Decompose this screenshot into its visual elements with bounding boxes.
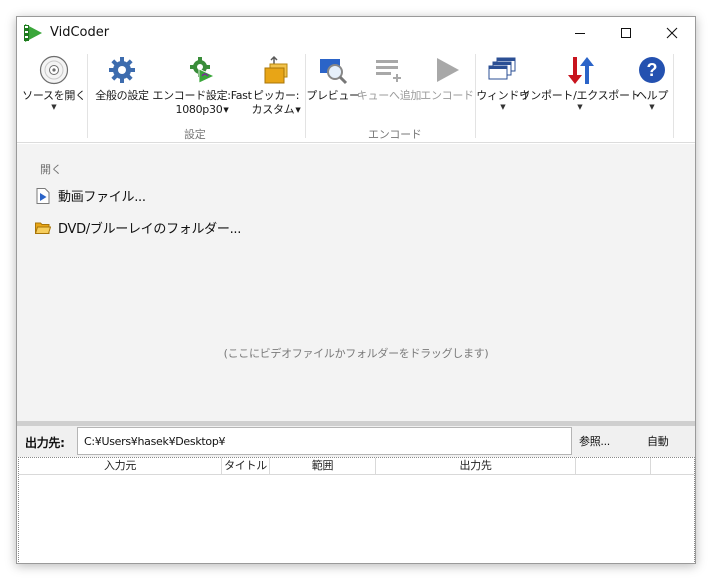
drag-drop-hint: (ここにビデオファイルかフォルダーをドラッグします) (223, 347, 489, 360)
play-icon (431, 54, 463, 86)
maximize-button[interactable] (603, 17, 649, 48)
ribbon-separator (673, 54, 674, 138)
app-window: VidCoder ソースを開く ▼ 全般の設定 エンコード設定:Fast 108… (16, 16, 696, 564)
group-label-settings: 設定 (184, 128, 206, 141)
open-dvd-folder-label: DVD/ブルーレイのフォルダー... (58, 222, 242, 237)
open-dvd-folder-link[interactable]: DVD/ブルーレイのフォルダー... (35, 218, 241, 237)
title-bar[interactable]: VidCoder (17, 17, 695, 48)
chevron-down-icon: ▼ (500, 103, 506, 111)
windows-stack-icon (487, 54, 519, 86)
encode-button[interactable]: エンコード (420, 48, 474, 103)
encode-settings-preset: 1080p30▼ (175, 103, 229, 116)
chevron-down-icon: ▼ (577, 103, 583, 111)
gear-icon (106, 54, 138, 86)
general-settings-label: 全般の設定 (95, 89, 149, 102)
preview-magnifier-icon (317, 54, 349, 86)
minimize-icon (575, 32, 585, 34)
encode-label: エンコード (420, 89, 474, 102)
help-button[interactable]: ? ヘルプ ▼ (631, 48, 673, 112)
import-export-arrows-icon (564, 54, 596, 86)
vidcoder-logo-icon (23, 23, 43, 43)
open-folder-icon (35, 220, 51, 236)
auto-button[interactable]: 自動 (647, 433, 669, 449)
ribbon-toolbar: ソースを開く ▼ 全般の設定 エンコード設定:Fast 1080p30▼ ピッカ… (17, 48, 695, 143)
close-icon (666, 27, 678, 38)
output-path-row: 出力先: 参照... 自動 (17, 426, 695, 457)
encode-queue-table[interactable]: 入力元 タイトル 範囲 出力先 (18, 457, 695, 563)
add-to-queue-button[interactable]: キューへ追加 (356, 48, 422, 103)
column-header-destination[interactable]: 出力先 (376, 458, 576, 475)
window-title: VidCoder (50, 25, 110, 40)
ribbon-separator (87, 54, 88, 138)
disc-icon (38, 54, 70, 86)
minimize-button[interactable] (557, 17, 603, 48)
queue-add-icon (373, 54, 405, 86)
help-icon: ? (636, 54, 668, 86)
chevron-down-icon: ▼ (223, 106, 229, 114)
picker-value: カスタム▼ (251, 103, 301, 116)
picker-label: ピッカー: (252, 89, 300, 102)
queue-header-row: 入力元 タイトル 範囲 出力先 (19, 458, 694, 475)
column-header-source[interactable]: 入力元 (19, 458, 222, 475)
open-section-header: 開く (40, 163, 62, 176)
preview-label: プレビュー (306, 89, 360, 102)
picker-button[interactable]: ピッカー: カスタム▼ (249, 48, 303, 117)
output-label: 出力先: (25, 436, 65, 450)
close-button[interactable] (649, 17, 695, 48)
column-header-range[interactable]: 範囲 (270, 458, 376, 475)
open-video-file-label: 動画ファイル... (58, 190, 146, 205)
import-export-label: インポート/エクスポート (519, 89, 641, 102)
group-label-encode: エンコード (368, 128, 422, 141)
picker-folder-icon (260, 54, 292, 86)
video-file-icon (35, 187, 51, 204)
browse-button[interactable]: 参照... (579, 433, 610, 449)
open-source-label: ソースを開く (22, 89, 86, 102)
svg-text:?: ? (647, 60, 658, 80)
output-path-input[interactable] (77, 427, 572, 455)
encode-settings-icon (186, 54, 218, 86)
chevron-down-icon: ▼ (295, 106, 301, 114)
column-header-blank[interactable] (576, 458, 651, 475)
import-export-button[interactable]: インポート/エクスポート ▼ (520, 48, 641, 112)
open-source-button[interactable]: ソースを開く ▼ (21, 48, 87, 112)
maximize-icon (621, 27, 631, 38)
open-video-file-link[interactable]: 動画ファイル... (35, 186, 146, 205)
chevron-down-icon: ▼ (51, 103, 57, 111)
open-source-panel[interactable]: 開く 動画ファイル... DVD/ブルーレイのフォルダー... (ここにビデオフ… (17, 144, 695, 421)
chevron-down-icon: ▼ (649, 103, 655, 111)
add-to-queue-label: キューへ追加 (356, 89, 422, 102)
encode-settings-button[interactable]: エンコード設定:Fast 1080p30▼ (152, 48, 252, 117)
preview-button[interactable]: プレビュー (306, 48, 360, 103)
help-label: ヘルプ (635, 89, 669, 102)
general-settings-button[interactable]: 全般の設定 (89, 48, 155, 103)
encode-settings-label: エンコード設定:Fast (152, 89, 252, 102)
column-header-title[interactable]: タイトル (222, 458, 270, 475)
